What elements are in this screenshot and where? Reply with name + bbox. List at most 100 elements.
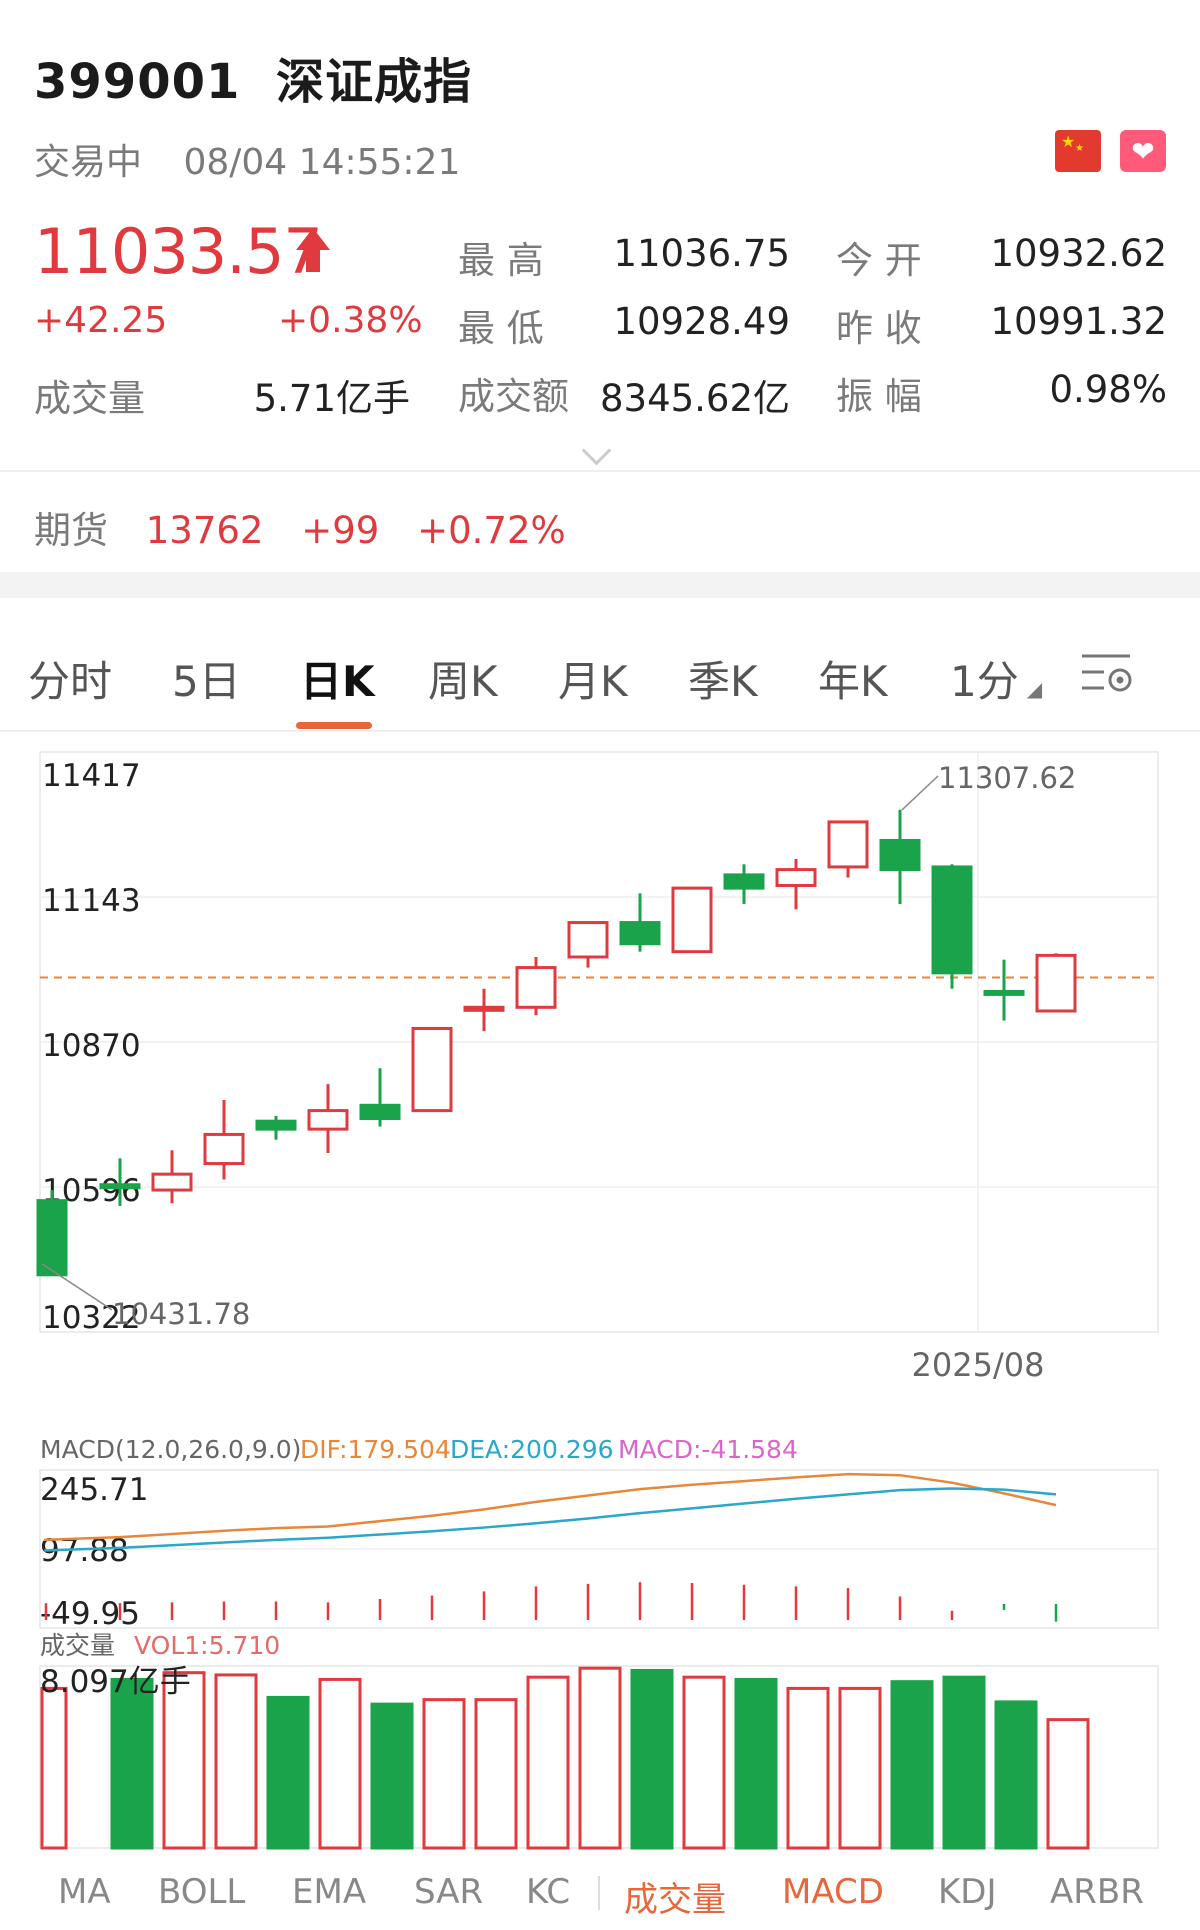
candle-body — [879, 838, 921, 872]
volume-bar — [838, 1686, 882, 1850]
status-text: 交易中 — [34, 142, 143, 183]
candle-body — [515, 966, 557, 1009]
macd-dif-label: DIF:179.504 — [300, 1435, 451, 1464]
low-label: 最 低 — [458, 307, 544, 350]
high-value: 11036.75 — [613, 232, 790, 275]
max-annotation: 11307.62 — [938, 761, 1076, 795]
volume-vol-label: VOL1:5.710 — [134, 1631, 280, 1660]
tab-daily-k[interactable]: 日K — [300, 648, 375, 709]
chevron-down-icon[interactable] — [581, 435, 612, 466]
futures-change: +99 — [301, 509, 380, 552]
amplitude-value: 0.98% — [1049, 368, 1167, 411]
stock-title: 399001 深证成指 — [34, 42, 472, 112]
candle-body — [151, 1172, 193, 1192]
open-label: 今 开 — [836, 239, 922, 282]
kline-x-label: 2025/08 — [912, 1346, 1045, 1384]
up-arrow-stem — [306, 248, 320, 272]
indicator-ma[interactable]: MA — [58, 1872, 111, 1912]
tab-divider — [0, 730, 1200, 732]
min-annotation: 10431.78 — [112, 1297, 250, 1331]
volume-bar — [40, 1686, 68, 1850]
volume-bar — [526, 1675, 570, 1850]
tab-5day[interactable]: 5日 — [172, 648, 241, 709]
volume-bar — [370, 1702, 414, 1850]
candle-body — [931, 865, 973, 975]
futures-row[interactable]: 期货 13762 +99 +0.72% — [34, 500, 566, 554]
amount-label: 成交额 — [458, 375, 569, 418]
volume-bar — [110, 1677, 154, 1850]
trading-status: 交易中 08/04 14:55:21 — [34, 133, 460, 185]
tab-1min-label: 1分 — [950, 657, 1019, 706]
volume-bar — [214, 1673, 258, 1850]
volume-bar — [942, 1675, 986, 1850]
low-value: 10928.49 — [613, 300, 790, 343]
indicator-kdj[interactable]: KDJ — [938, 1872, 997, 1912]
macd-title: MACD(12.0,26.0,9.0) — [40, 1435, 301, 1464]
stock-code: 399001 — [34, 54, 241, 110]
kline-y-tick: 11417 — [42, 758, 141, 794]
volume-bar — [890, 1680, 934, 1850]
macd-value-label: MACD:-41.584 — [618, 1435, 798, 1464]
section-gap — [0, 572, 1200, 598]
settings-gear-icon[interactable] — [1078, 648, 1136, 696]
chart-area[interactable]: 11417111431087010596103222025/0811307.62… — [0, 740, 1200, 1860]
volume-bar — [318, 1677, 362, 1850]
volume-value: 5.71亿手 — [253, 377, 410, 420]
candle-body — [255, 1119, 297, 1131]
tab-yearly-k[interactable]: 年K — [818, 648, 888, 709]
current-price: 11033.57 — [34, 215, 323, 288]
volume-bar — [734, 1677, 778, 1850]
volume-label: 成交量 — [34, 377, 145, 420]
high-label: 最 高 — [458, 239, 544, 282]
indicator-kc[interactable]: KC — [526, 1872, 570, 1912]
amplitude-label: 振 幅 — [836, 375, 922, 418]
futures-price: 13762 — [145, 509, 264, 552]
volume-bar — [266, 1695, 310, 1850]
volume-y-max: 8.097亿手 — [40, 1664, 191, 1700]
price-change-pct: +0.38% — [278, 300, 423, 341]
amount-value: 8345.62亿 — [599, 377, 790, 420]
tab-intraday[interactable]: 分时 — [28, 648, 112, 709]
candle-body — [307, 1109, 349, 1131]
candle-body — [1035, 953, 1077, 1013]
prev-close-label: 昨 收 — [836, 307, 922, 350]
volume-bar — [786, 1686, 830, 1850]
indicator-ema[interactable]: EMA — [292, 1872, 366, 1912]
heart-icon[interactable]: ❤ — [1120, 130, 1166, 172]
indicator-sar[interactable]: SAR — [414, 1872, 483, 1912]
candle-body — [203, 1132, 245, 1166]
volume-title: 成交量 — [40, 1631, 115, 1660]
indicator-macd[interactable]: MACD — [782, 1872, 884, 1912]
futures-label: 期货 — [34, 509, 108, 552]
indicator-boll[interactable]: BOLL — [158, 1872, 245, 1912]
kline-y-tick: 11143 — [42, 883, 141, 919]
tab-weekly-k[interactable]: 周K — [428, 648, 498, 709]
candle-body — [827, 820, 869, 869]
candle-body — [411, 1026, 453, 1113]
macd-y-tick: -49.95 — [40, 1596, 140, 1632]
candle-body — [567, 921, 609, 959]
volume-bar — [1046, 1718, 1090, 1850]
macd-dea-label: DEA:200.296 — [450, 1435, 614, 1464]
active-tab-indicator — [296, 722, 372, 729]
macd-dif-line — [43, 1472, 1057, 1542]
macd-y-tick: 245.71 — [40, 1472, 148, 1508]
tab-quarterly-k[interactable]: 季K — [688, 648, 758, 709]
open-value: 10932.62 — [990, 232, 1167, 275]
indicator-volume[interactable]: 成交量 — [624, 1872, 726, 1921]
candle-body — [775, 868, 817, 887]
prev-close-value: 10991.32 — [990, 300, 1167, 343]
status-datetime: 08/04 14:55:21 — [183, 142, 461, 183]
candle-body — [619, 921, 661, 946]
volume-bar — [682, 1675, 726, 1850]
volume-bar — [422, 1698, 466, 1850]
candle-body — [359, 1103, 401, 1121]
candle-body — [671, 886, 713, 954]
price-change: +42.25 — [34, 300, 168, 341]
tab-1min[interactable]: 1分 ◢ — [950, 648, 1042, 709]
china-flag-icon[interactable]: ★ ★ — [1055, 130, 1101, 172]
tab-monthly-k[interactable]: 月K — [558, 648, 628, 709]
divider — [0, 470, 1200, 472]
stock-name: 深证成指 — [276, 54, 473, 110]
indicator-arbr[interactable]: ARBR — [1050, 1872, 1144, 1912]
